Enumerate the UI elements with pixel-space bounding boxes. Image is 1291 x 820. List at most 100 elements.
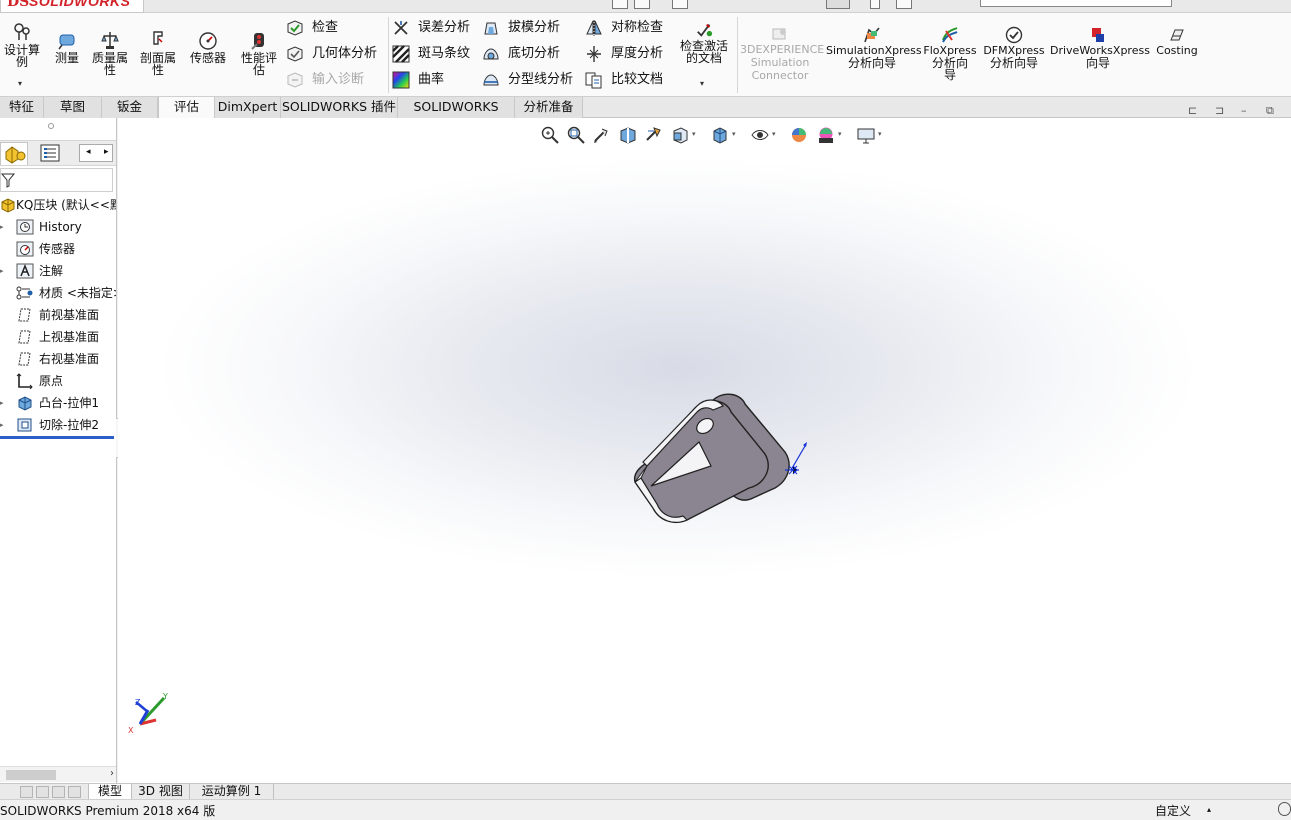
unit-dropdown-icon[interactable]: ▴ — [1207, 805, 1211, 814]
panel-grip-icon[interactable] — [48, 123, 54, 129]
view-settings-icon[interactable] — [856, 125, 876, 145]
first-tab-icon[interactable] — [20, 786, 33, 798]
section-properties-button[interactable]: 剖面属性 — [136, 29, 180, 76]
apply-scene-icon[interactable] — [816, 125, 836, 145]
viewport-restore-left-icon[interactable]: ⊏ — [1188, 104, 1197, 117]
select-icon[interactable] — [826, 0, 850, 9]
view-settings-dropdown-icon[interactable]: ▾ — [878, 130, 882, 138]
material-icon — [16, 286, 33, 300]
view-orientation-icon[interactable] — [670, 125, 690, 145]
simulationxpress-button[interactable]: SimulationXpress 分析向导 — [826, 26, 922, 69]
sensor-button[interactable]: 传感器 — [186, 29, 230, 64]
tree-item-front-plane[interactable]: 前视基准面 — [0, 304, 116, 326]
expand-icon[interactable]: ▸ — [0, 260, 4, 282]
tab-solidworks-mbd[interactable]: SOLIDWORKS MBD — [398, 97, 515, 134]
expand-icon[interactable]: ▸ — [0, 216, 4, 238]
dfmxpress-button[interactable]: DFMXpress 分析向导 — [982, 26, 1046, 69]
search-input[interactable] — [980, 0, 1172, 7]
hide-show-dropdown-icon[interactable]: ▾ — [772, 130, 776, 138]
tree-item-annotations[interactable]: ▸ 注解 — [0, 260, 116, 282]
expand-icon[interactable]: ▸ — [0, 414, 4, 436]
scroll-right-icon[interactable]: ▸ — [104, 147, 109, 157]
tab-solidworks-addins[interactable]: SOLIDWORKS 插件 — [281, 97, 398, 118]
measure-button[interactable]: 测量 — [50, 29, 84, 64]
panel-tab-scroller[interactable]: ◂ ▸ — [79, 144, 113, 162]
tree-item-boss-extrude1[interactable]: ▸ 凸台-拉伸1 — [0, 392, 116, 414]
dynamic-annotation-views-icon[interactable] — [644, 125, 664, 145]
next-tab-icon[interactable] — [52, 786, 65, 798]
rebuild-icon[interactable] — [870, 0, 880, 9]
tab-motion-study[interactable]: 运动算例 1 — [190, 784, 274, 800]
exp-sim-line1: 3DEXPERIENCE — [740, 43, 825, 56]
rollback-bar[interactable] — [0, 436, 114, 439]
tree-item-history[interactable]: ▸ History — [0, 216, 116, 238]
driveworksxpress-button[interactable]: DriveWorksXpress 向导 — [1050, 26, 1150, 69]
deviation-analysis-label: 误差分析 — [418, 20, 471, 35]
tab-features[interactable]: 特征 — [0, 97, 44, 118]
tab-sketch[interactable]: 草图 — [44, 97, 102, 118]
viewport-maximize-icon[interactable]: ⧉ — [1266, 104, 1274, 118]
help-icon[interactable] — [1278, 802, 1291, 816]
thickness-analysis-label: 厚度分析 — [611, 46, 664, 61]
tab-dimxpert[interactable]: DimXpert — [215, 97, 281, 118]
command-manager-tabs: 特征 草图 钣金 评估 DimXpert SOLIDWORKS 插件 SOLID… — [0, 97, 1291, 134]
tab-3d-view[interactable]: 3D 视图 — [132, 784, 190, 800]
exp-sim-line3: Connector — [751, 69, 809, 82]
floxpress-button[interactable]: FloXpress 分析向导 — [922, 26, 978, 81]
feature-manager-tab[interactable] — [0, 142, 28, 165]
tab-model[interactable]: 模型 — [88, 784, 132, 800]
tree-item-cut-extrude2[interactable]: ▸ 切除-拉伸2 — [0, 414, 116, 436]
panel-horizontal-scrollbar[interactable]: › — [0, 766, 116, 782]
part-model-3d[interactable] — [613, 388, 813, 538]
prev-tab-icon[interactable] — [36, 786, 49, 798]
tree-root-part[interactable]: KQ压块 (默认<<默认>_显示状态 1>) — [0, 194, 116, 216]
costing-button[interactable]: Costing — [1150, 26, 1204, 57]
tab-evaluate[interactable]: 评估 — [158, 97, 215, 119]
performance-evaluation-button[interactable]: 性能评估 — [236, 29, 282, 76]
3dexperience-simulation-connector-button: 3DEXPERIENCE Simulation Connector — [740, 26, 825, 82]
check-active-document-button[interactable]: 检查激活的文档 — [676, 21, 732, 64]
tab-sheet-metal[interactable]: 钣金 — [102, 97, 158, 118]
tree-item-right-plane[interactable]: 右视基准面 — [0, 348, 116, 370]
property-list-icon — [40, 144, 60, 162]
floxpress-icon — [942, 27, 958, 43]
costing-label: Costing — [1156, 44, 1198, 57]
tree-item-sensors[interactable]: 传感器 — [0, 238, 116, 260]
section-view-icon[interactable] — [618, 125, 638, 145]
design-study-button[interactable]: 设计算例 — [0, 21, 44, 68]
mass-properties-button[interactable]: 质量属性 — [88, 29, 132, 76]
viewport-restore-right-icon[interactable]: ⊐ — [1215, 104, 1224, 117]
display-style-dropdown-icon[interactable]: ▾ — [732, 130, 736, 138]
property-manager-tab[interactable] — [36, 142, 64, 165]
zoom-to-fit-icon[interactable] — [540, 125, 560, 145]
last-tab-icon[interactable] — [68, 786, 81, 798]
design-study-dropdown-icon[interactable]: ▾ — [18, 79, 22, 88]
tree-filter-input[interactable] — [0, 168, 113, 192]
view-orientation-dropdown-icon[interactable]: ▾ — [692, 130, 696, 138]
edit-appearance-icon[interactable] — [790, 125, 810, 145]
scrollbar-thumb[interactable] — [6, 770, 56, 780]
hide-show-items-icon[interactable] — [750, 125, 770, 145]
scroll-left-icon[interactable]: ◂ — [86, 147, 91, 157]
tree-item-material[interactable]: 材质 <未指定> — [0, 282, 116, 304]
tree-item-label: 注解 — [39, 264, 64, 278]
tree-item-origin[interactable]: 原点 — [0, 370, 116, 392]
save-icon[interactable] — [672, 0, 688, 9]
scroll-right-arrow-icon[interactable]: › — [110, 768, 114, 779]
unit-system-selector[interactable]: 自定义 — [1155, 802, 1191, 819]
open-icon[interactable] — [634, 0, 650, 9]
parting-line-analysis-label: 分型线分析 — [508, 72, 574, 87]
apply-scene-dropdown-icon[interactable]: ▾ — [838, 130, 842, 138]
graphics-area[interactable]: ▾ ▾ ▾ ▾ ▾ Y Z X — [118, 118, 1291, 783]
tree-item-top-plane[interactable]: 上视基准面 — [0, 326, 116, 348]
expand-icon[interactable]: ▸ — [0, 392, 4, 414]
options-icon[interactable] — [896, 0, 912, 9]
previous-view-icon[interactable] — [592, 125, 612, 145]
solidworks-logo[interactable]: DS SOLIDWORKS — [0, 0, 144, 13]
zoom-to-area-icon[interactable] — [566, 125, 586, 145]
check-active-document-dropdown-icon[interactable]: ▾ — [700, 79, 704, 88]
display-style-icon[interactable] — [710, 125, 730, 145]
tab-analysis-prep[interactable]: 分析准备 — [515, 97, 583, 118]
viewport-minimize-icon[interactable]: – — [1241, 104, 1247, 117]
new-icon[interactable] — [612, 0, 628, 9]
